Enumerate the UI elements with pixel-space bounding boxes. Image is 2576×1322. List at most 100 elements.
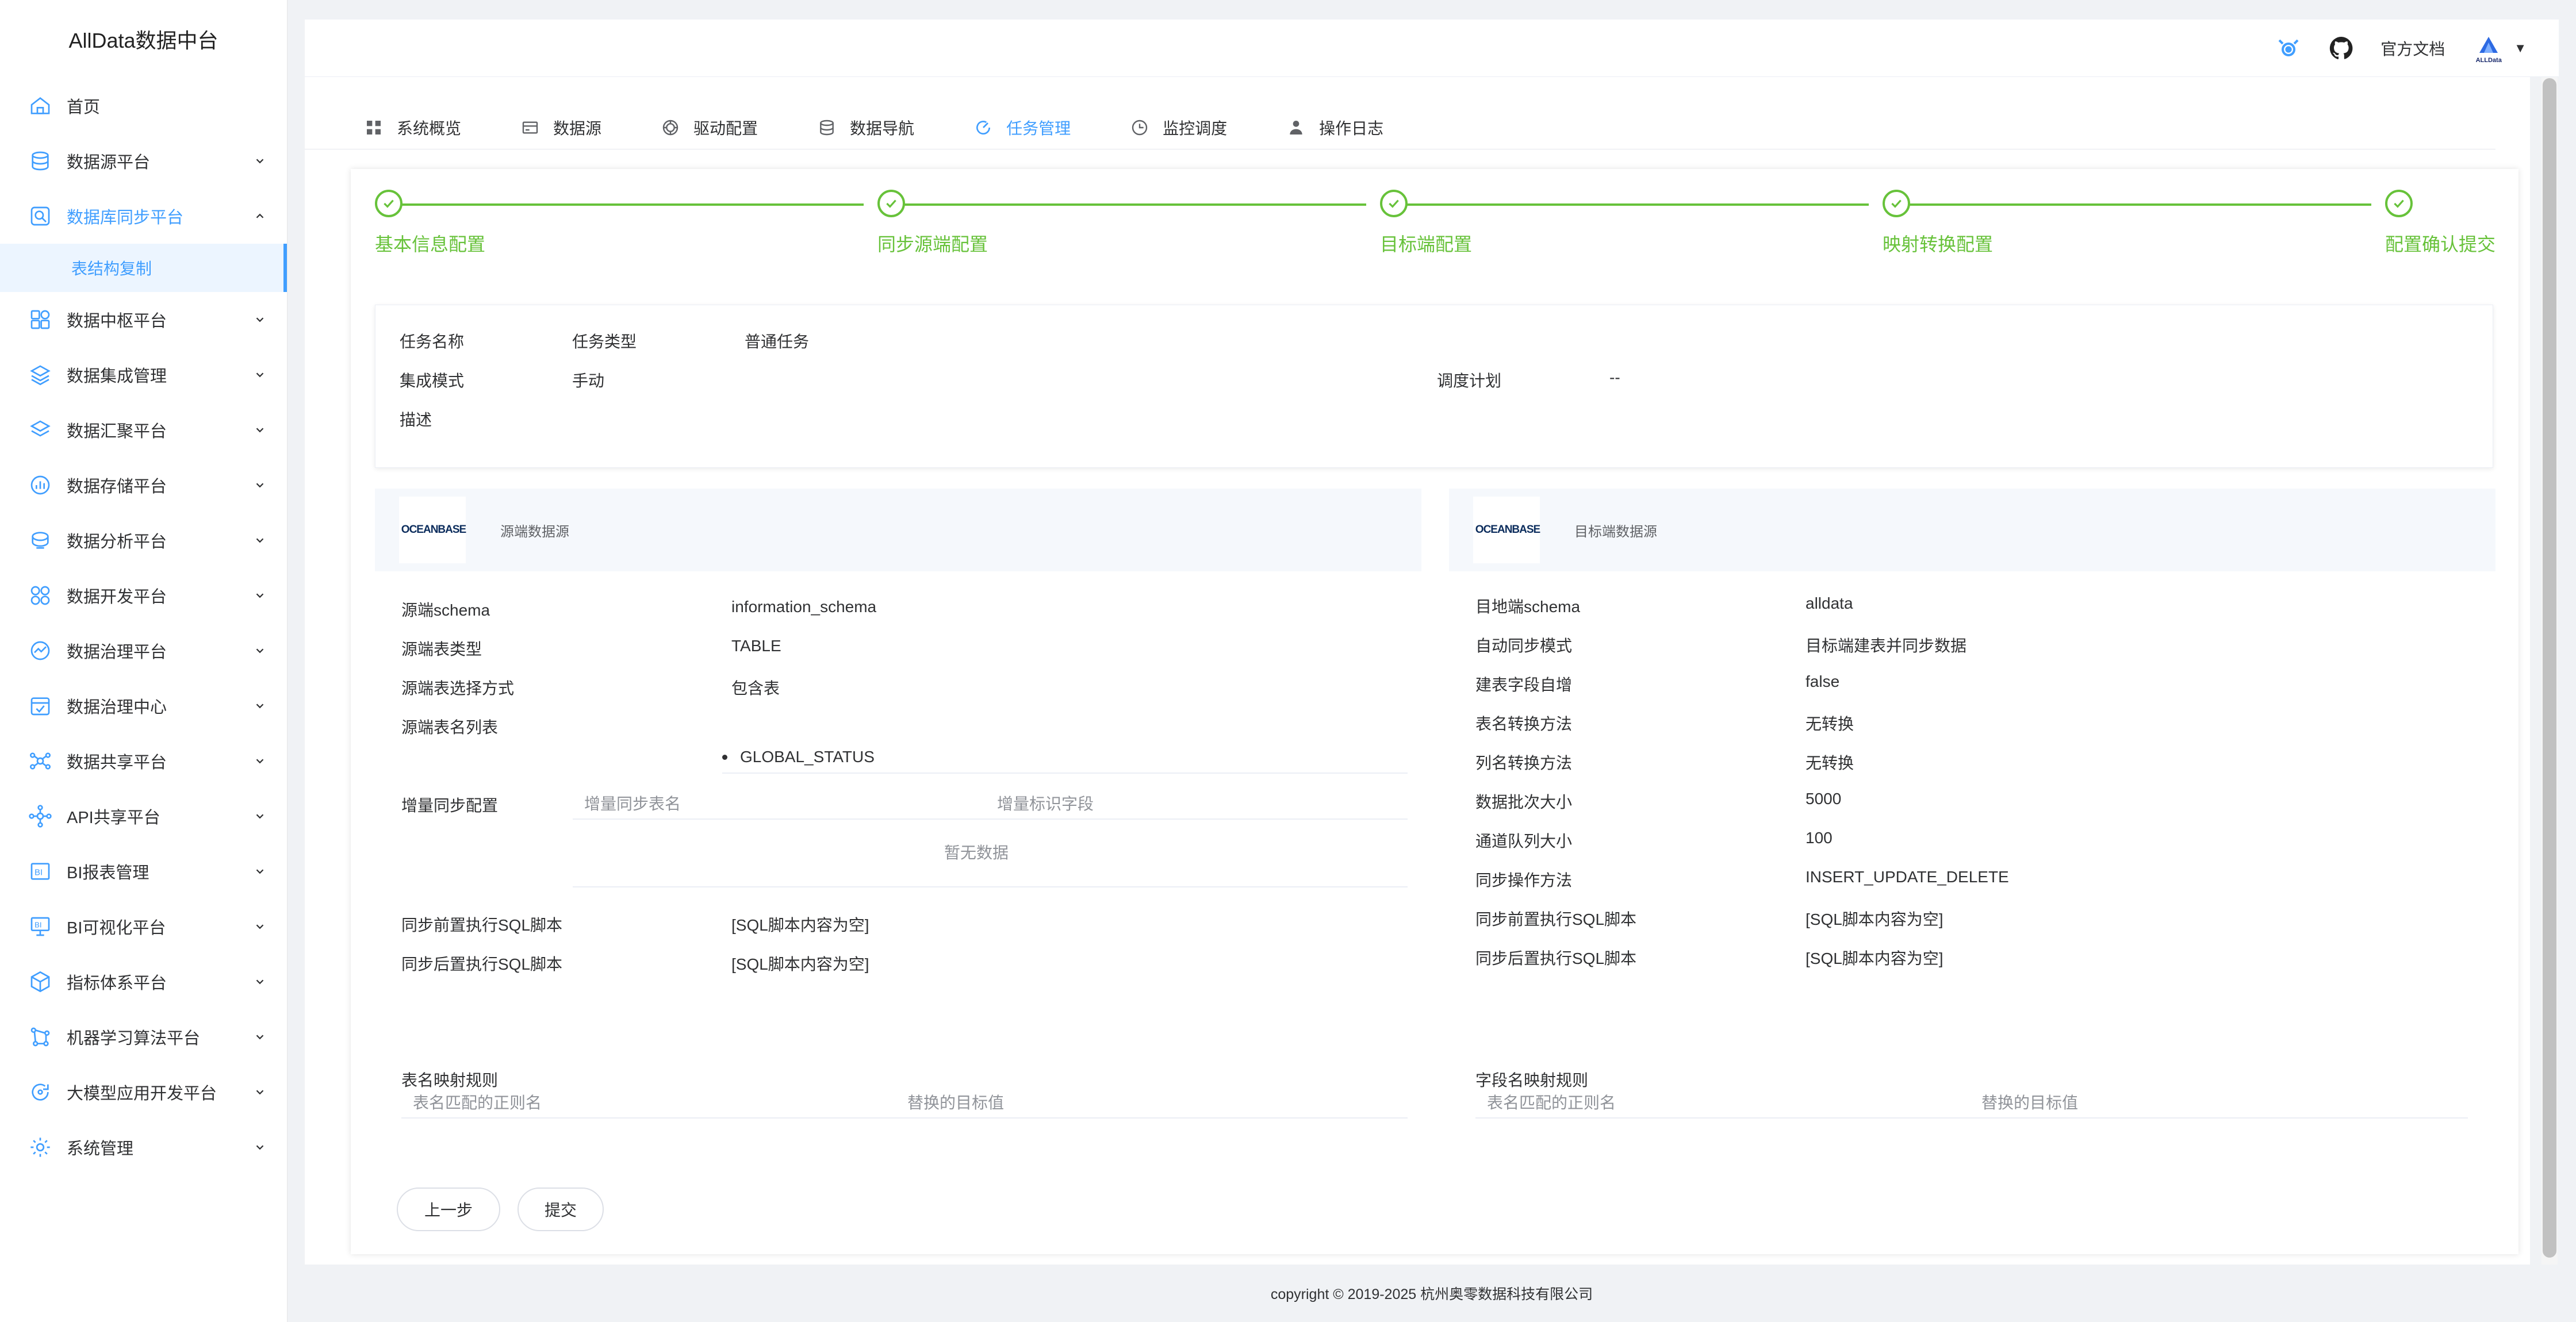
ml-icon [28,1024,53,1050]
sidebar-item-storage[interactable]: 数据存储平台 [0,458,287,513]
chevron-down-icon [256,1035,264,1040]
kv-value: alldata [1805,594,1853,612]
kv-value: 目标端建表并同步数据 [1805,637,1967,655]
sidebar-item-metrics[interactable]: 指标体系平台 [0,954,287,1009]
clock-icon [1132,120,1148,135]
sidebar-item-home[interactable]: 首页 [0,78,287,133]
sidebar-item-bi-report[interactable]: BI BI报表管理 [0,844,287,899]
check-icon [1883,190,1910,217]
chevron-down-icon [256,1090,264,1095]
kv-label: 数据批次大小 [1475,793,1573,811]
step-line [389,203,864,206]
top-nav: 系统概览 数据源 驱动配置 数据导航 任务管理 监控调度 操作日志 [305,106,2496,149]
table-map-header: 表名匹配的正则名 替换的目标值 [401,1086,1408,1119]
task-name-label: 任务名称 [400,333,465,351]
task-type-value: 普通任务 [745,333,810,351]
sidebar-item-share[interactable]: 数据共享平台 [0,733,287,789]
api-icon [28,804,53,829]
llm-icon [28,1079,53,1105]
schedule-label: 调度计划 [1437,372,1502,390]
sidebar-item-system[interactable]: 系统管理 [0,1120,287,1175]
sync-icon [28,203,53,229]
step-label: 基本信息配置 [375,234,486,255]
step-line [1896,203,2371,206]
sidebar-item-label: 机器学习算法平台 [67,1029,201,1048]
sidebar-item-llm[interactable]: 大模型应用开发平台 [0,1064,287,1120]
kv-value: 无转换 [1805,754,1854,772]
sidebar-item-datasource[interactable]: 数据源平台 [0,133,287,189]
driver-icon [662,120,678,135]
sidebar-item-governance[interactable]: 数据治理平台 [0,623,287,678]
tab-task-manage[interactable]: 任务管理 [974,116,1071,139]
lab-icon[interactable] [2275,34,2302,62]
sidebar-item-label: API共享平台 [67,809,160,827]
col-header: 替换的目标值 [907,1094,1005,1112]
step-confirm-submit[interactable]: 配置确认提交 [2385,190,2496,255]
user-avatar-menu[interactable]: ALLData ▼ [2470,33,2527,64]
sidebar-item-label: 大模型应用开发平台 [67,1085,217,1103]
svg-text:BI: BI [34,921,42,929]
kv-value: [SQL脚本内容为空] [1805,950,1943,967]
tab-datasource[interactable]: 数据源 [521,116,601,139]
target-ds-header: OCEANBASE 目标端数据源 [1449,489,2496,571]
tab-monitor[interactable]: 监控调度 [1130,116,1227,139]
source-column: OCEANBASE 源端数据源 源端schema information_sch… [375,489,1421,1207]
share-icon [28,748,53,774]
sidebar-subitem-label: 表结构复制 [71,260,152,278]
kv-value: information_schema [731,598,877,616]
sidebar-item-label: BI可视化平台 [67,919,166,937]
task-type-label: 任务类型 [572,333,637,351]
mode-value: 手动 [572,372,605,390]
top-header: 官方文档 ALLData ▼ [305,20,2559,77]
monitor-icon: BI [28,914,53,939]
sidebar-item-dev[interactable]: 数据开发平台 [0,568,287,623]
source-ds-header: OCEANBASE 源端数据源 [375,489,1421,571]
kv-label: 源端表名列表 [401,718,499,736]
logo-text: ALLData [2475,56,2502,64]
layers-icon [28,362,53,387]
step-basic-info[interactable]: 基本信息配置 [375,190,485,255]
schedule-value: -- [1609,368,1620,386]
col-header: 增量标识字段 [997,795,1094,813]
hub-icon [28,307,53,332]
kv-value: 无转换 [1805,715,1854,733]
kv-value: [SQL脚本内容为空] [731,916,869,934]
tab-driver-config[interactable]: 驱动配置 [661,116,758,139]
step-source-config[interactable]: 同步源端配置 [877,190,988,255]
sidebar-item-hub[interactable]: 数据中枢平台 [0,292,287,347]
submit-button[interactable]: 提交 [518,1188,604,1231]
col-header: 增量同步表名 [584,795,681,813]
sidebar-item-governance-center[interactable]: 数据治理中心 [0,678,287,733]
step-mapping-config[interactable]: 映射转换配置 [1883,190,1993,255]
chevron-down-icon [256,428,264,433]
chevron-down-icon [256,372,264,378]
tab-data-nav[interactable]: 数据导航 [818,116,914,139]
chart-icon [28,472,53,498]
card-icon [522,121,538,134]
table-name: GLOBAL_STATUS [740,748,875,766]
sidebar-item-ml[interactable]: 机器学习算法平台 [0,1009,287,1064]
docs-link[interactable]: 官方文档 [2380,37,2445,60]
tab-oplog[interactable]: 操作日志 [1287,116,1383,139]
kv-label: 目地端schema [1475,598,1581,616]
sidebar-item-integration[interactable]: 数据集成管理 [0,347,287,402]
chevron-down-icon [256,593,264,598]
chevron-down-icon [256,979,264,985]
sidebar-item-dbsync[interactable]: 数据库同步平台 [0,189,287,244]
kv-label: 同步后置执行SQL脚本 [1475,950,1637,967]
prev-button[interactable]: 上一步 [397,1188,500,1231]
sidebar-item-label: 数据共享平台 [67,754,167,772]
incr-empty-text: 暂无数据 [944,844,1009,862]
sidebar-item-aggregation[interactable]: 数据汇聚平台 [0,402,287,458]
scrollbar-thumb[interactable] [2543,78,2556,1258]
sidebar-item-label: 数据开发平台 [67,588,167,606]
sidebar-subitem-table-copy[interactable]: 表结构复制 [0,244,287,292]
kv-label: 自动同步模式 [1475,637,1573,655]
sidebar-item-api[interactable]: API共享平台 [0,789,287,844]
sidebar-item-analysis[interactable]: 数据分析平台 [0,513,287,568]
sidebar-item-bi-visual[interactable]: BI BI可视化平台 [0,899,287,954]
github-icon[interactable] [2328,34,2355,62]
step-target-config[interactable]: 目标端配置 [1380,190,1472,255]
sidebar-item-label: 首页 [67,98,101,117]
tab-overview[interactable]: 系统概览 [365,116,461,139]
